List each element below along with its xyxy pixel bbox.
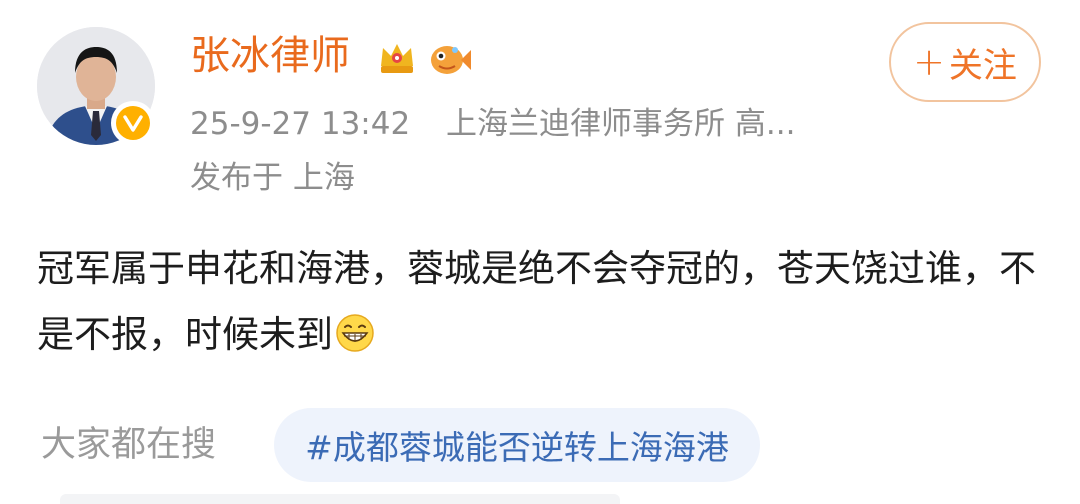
trending-search-label: 大家都在搜 <box>41 425 217 465</box>
follow-button[interactable]: + 关注 <box>889 22 1041 102</box>
trending-topic-chip[interactable]: #成都蓉城能否逆转上海海港 <box>274 408 760 482</box>
plus-icon: + <box>913 40 945 84</box>
trending-topic-text: #成都蓉城能否逆转上海海港 <box>305 428 729 467</box>
post-timestamp: 25-9-27 13:42 <box>190 106 411 142</box>
crown-badge-icon <box>381 44 413 73</box>
user-badges <box>375 36 473 80</box>
follow-label: 关注 <box>948 45 1017 86</box>
grin-emoji-icon <box>335 308 375 374</box>
post-text-container: 冠军属于申花和海港，蓉城是绝不会夺冠的，苍天饶过谁，不是不报，时候未到 <box>37 236 1037 374</box>
fish-badge-icon <box>431 46 471 74</box>
post-source[interactable]: 上海兰迪律师事务所 高... <box>446 106 795 142</box>
post-text: 冠军属于申花和海港，蓉城是绝不会夺冠的，苍天饶过谁，不是不报，时候未到 <box>37 247 1036 356</box>
post-meta: 25-9-27 13:42 上海兰迪律师事务所 高... <box>190 104 795 144</box>
post-location: 发布于 上海 <box>190 160 355 196</box>
verified-v-icon <box>111 101 155 145</box>
next-card-edge <box>60 494 620 504</box>
username[interactable]: 张冰律师 <box>190 30 350 82</box>
